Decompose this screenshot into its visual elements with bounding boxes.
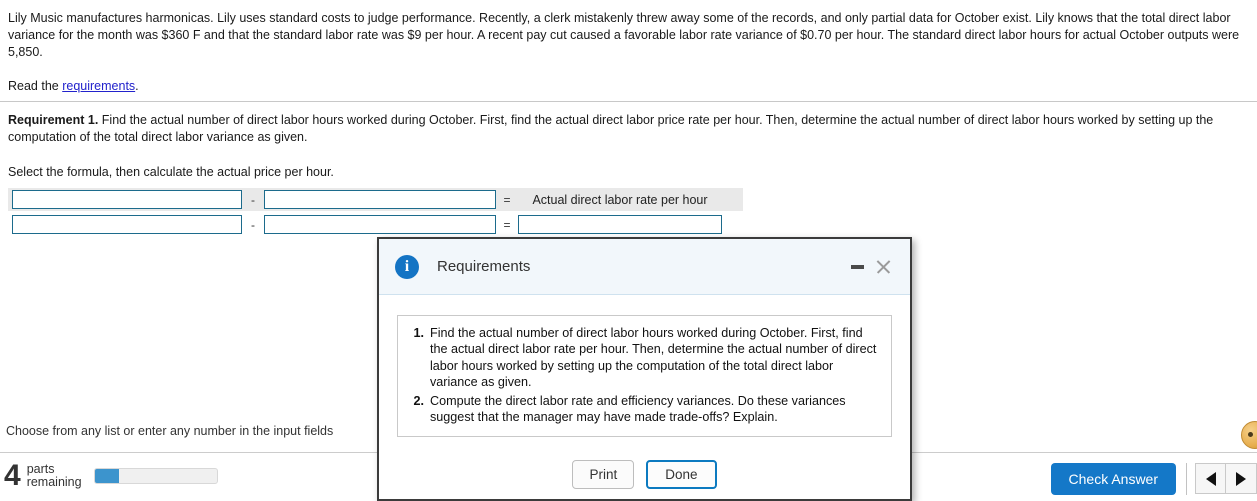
close-icon xyxy=(875,258,892,275)
parts-word: parts xyxy=(26,461,55,476)
dialog-footer: Print Done xyxy=(379,460,910,489)
read-requirements-line: Read the requirements. xyxy=(8,78,1249,95)
next-button[interactable] xyxy=(1226,463,1257,494)
formula-row: - = Actual direct labor rate per hour xyxy=(8,188,743,211)
list-item: 1. Find the actual number of direct labo… xyxy=(406,325,879,390)
requirements-link[interactable]: requirements xyxy=(62,79,135,93)
formula-row: - = xyxy=(8,213,743,236)
requirement-heading: Requirement 1. Find the actual number of… xyxy=(8,112,1249,146)
info-icon: i xyxy=(395,254,419,279)
formula-row-1-term1-input[interactable] xyxy=(12,215,242,234)
done-button[interactable]: Done xyxy=(646,460,717,489)
parts-remaining-count: 4 xyxy=(4,459,21,492)
equals-operator: = xyxy=(503,192,511,207)
close-button[interactable] xyxy=(870,254,896,280)
dialog-title: Requirements xyxy=(437,258,531,275)
list-item: 2. Compute the direct labor rate and eff… xyxy=(406,393,879,426)
dialog-body: 1. Find the actual number of direct labo… xyxy=(379,295,910,437)
remaining-word: remaining xyxy=(26,475,82,489)
minimize-button[interactable] xyxy=(844,254,870,280)
arrow-left-icon xyxy=(1205,471,1216,486)
minimize-icon xyxy=(850,264,864,269)
requirements-list: 1. Find the actual number of direct labo… xyxy=(397,315,892,437)
requirement-item-text: Compute the direct labor rate and effici… xyxy=(430,394,846,425)
read-suffix-text: . xyxy=(135,79,139,93)
equals-operator: = xyxy=(503,217,511,232)
parts-remaining-group: 4 parts remaining xyxy=(4,459,218,493)
formula-row-0-term2-input[interactable] xyxy=(264,190,496,209)
requirement-item-number: 1. xyxy=(413,326,424,340)
parts-remaining-label: parts remaining xyxy=(26,461,82,490)
formula-row-1-result-input[interactable] xyxy=(518,215,722,234)
previous-button[interactable] xyxy=(1195,463,1226,494)
check-answer-button[interactable]: Check Answer xyxy=(1050,463,1176,495)
navigation-group xyxy=(1186,463,1257,495)
read-prefix-text: Read the xyxy=(8,79,63,93)
arrow-right-icon xyxy=(1236,471,1246,486)
progress-bar xyxy=(93,468,218,484)
progress-bar-fill xyxy=(94,469,119,483)
requirement-label: Requirement 1. xyxy=(8,113,99,127)
footer-actions: Check Answer xyxy=(1050,463,1257,495)
problem-statement-text: Lily Music manufactures harmonicas. Lily… xyxy=(8,11,1240,59)
divider-top xyxy=(0,101,1257,102)
select-formula-instruction: Select the formula, then calculate the a… xyxy=(8,165,334,179)
requirement-area: Requirement 1. Find the actual number of… xyxy=(0,112,1257,181)
print-button[interactable]: Print xyxy=(572,460,635,489)
dialog-header: i Requirements xyxy=(379,239,910,295)
formula-row-1-term2-input[interactable] xyxy=(264,215,496,234)
requirement-item-number: 2. xyxy=(413,394,424,409)
formula-row-0-result-label: Actual direct labor rate per hour xyxy=(532,192,708,207)
requirement-text: Find the actual number of direct labor h… xyxy=(8,113,1214,144)
requirements-dialog: i Requirements 1. Find the actual number… xyxy=(377,237,912,501)
problem-statement-block: Lily Music manufactures harmonicas. Lily… xyxy=(0,0,1257,95)
formula-row-0-term1-input[interactable] xyxy=(12,190,242,209)
minus-operator: - xyxy=(251,217,255,232)
requirement-item-text: Find the actual number of direct labor h… xyxy=(430,326,877,389)
formula-grid: - = Actual direct labor rate per hour - … xyxy=(8,188,743,238)
minus-operator: - xyxy=(251,192,255,207)
